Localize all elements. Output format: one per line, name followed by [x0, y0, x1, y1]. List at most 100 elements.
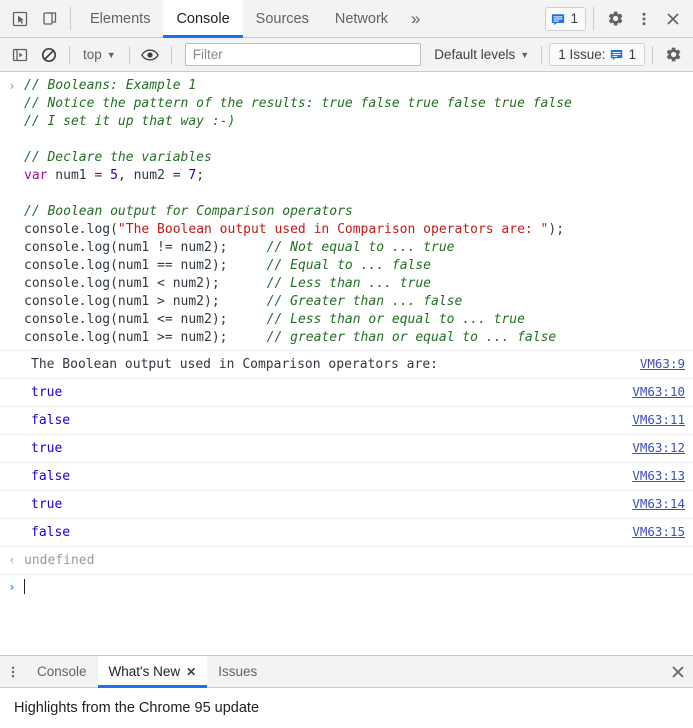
console-source-link[interactable]: VM63:9 — [630, 355, 685, 373]
console-settings-gear-icon[interactable] — [660, 42, 687, 68]
drawer-more-tools-kebab-icon[interactable] — [0, 656, 26, 687]
console-output-row[interactable]: false VM63:15 — [0, 518, 693, 546]
issues-badge[interactable]: 1 — [545, 6, 586, 31]
code-token-comment: // Booleans: Example 1 — [24, 78, 197, 93]
code-token-plain: console.log(num1 == num2); — [24, 258, 267, 273]
code-token-comment: // Equal to ... false — [266, 258, 432, 273]
tab-elements[interactable]: Elements — [77, 0, 163, 37]
console-output-row[interactable]: true VM63:10 — [0, 378, 693, 406]
execution-context-selector[interactable]: top ▼ — [77, 44, 122, 65]
console-output-row[interactable]: true VM63:12 — [0, 434, 693, 462]
main-tab-bar: Elements Console Sources Network » 1 — [0, 0, 693, 38]
tab-network[interactable]: Network — [322, 0, 401, 37]
drawer-tab-whats-new-label: What's New — [108, 664, 181, 679]
tab-sources-label: Sources — [255, 10, 309, 27]
code-token-plain: console.log(num1 != num2); — [24, 240, 267, 255]
console-source-link[interactable]: VM63:12 — [622, 439, 685, 457]
code-line: // Notice the pattern of the results: tr… — [24, 95, 693, 113]
console-source-link[interactable]: VM63:10 — [622, 383, 685, 401]
log-levels-selector[interactable]: Default levels ▼ — [429, 44, 534, 65]
console-source-link[interactable]: VM63:14 — [622, 495, 685, 513]
settings-gear-icon[interactable] — [601, 5, 629, 33]
more-tabs-label: » — [411, 8, 421, 28]
console-sidebar-toggle-icon[interactable] — [6, 42, 33, 68]
more-tabs-chevron-icon[interactable]: » — [401, 0, 430, 37]
code-line: console.log(num1 < num2); // Less than .… — [24, 275, 693, 293]
execution-context-value: top — [83, 47, 102, 62]
code-token-comment: // Notice the pattern of the results: tr… — [24, 96, 572, 111]
issues-counter-count: 1 — [628, 47, 636, 62]
log-levels-value: Default levels — [434, 47, 516, 62]
code-token-comment: // Less than or equal to ... true — [266, 312, 525, 327]
toolbar-divider-5 — [652, 45, 653, 64]
more-options-kebab-icon[interactable] — [630, 5, 658, 33]
console-output-text: false — [31, 469, 71, 484]
console-prompt-row[interactable]: › — [0, 574, 693, 598]
code-line: // Boolean output for Comparison operato… — [24, 203, 693, 221]
code-token-plain: console.log(num1 < num2); — [24, 276, 267, 291]
drawer-tab-close-icon[interactable]: ✕ — [186, 666, 196, 678]
result-value: undefined — [24, 553, 95, 568]
panel-tabs: Elements Console Sources Network » — [77, 0, 431, 38]
code-line: console.log(num1 > num2); // Greater tha… — [24, 293, 693, 311]
code-token-plain: , num2 = — [117, 168, 189, 183]
tabbar-right-divider — [593, 7, 594, 30]
code-token-keyword: var — [24, 168, 48, 183]
code-token-plain: num1 = — [47, 168, 111, 183]
tab-network-label: Network — [334, 10, 389, 27]
console-output-text: true — [31, 441, 63, 456]
console-output-rows: The Boolean output used in Comparison op… — [0, 350, 693, 546]
console-output-row[interactable]: true VM63:14 — [0, 490, 693, 518]
console-input-code: // Booleans: Example 1 // Notice the patt… — [24, 77, 693, 347]
code-line: // Booleans: Example 1 — [24, 77, 693, 95]
drawer-tab-issues-label: Issues — [218, 664, 258, 679]
code-token-comment: // Greater than ... false — [266, 294, 463, 309]
toolbar-divider-4 — [541, 45, 543, 64]
code-line: // Declare the variables — [24, 149, 693, 167]
issues-counter-button[interactable]: 1 Issue: 1 — [549, 43, 645, 66]
console-toolbar: top ▼ Default levels ▼ 1 Issue: — [0, 38, 693, 72]
drawer-tab-console[interactable]: Console — [26, 656, 98, 687]
console-output-text: The Boolean output used in Comparison op… — [31, 357, 438, 372]
result-arrow-icon: ‹ — [8, 553, 16, 567]
console-source-link[interactable]: VM63:15 — [622, 523, 685, 541]
tabbar-left-tools — [0, 0, 64, 37]
code-token-plain: console.log(num1 <= num2); — [24, 312, 267, 327]
console-output-text: false — [31, 525, 71, 540]
code-token-comment: // I set it up that way :-) — [24, 114, 236, 129]
clear-console-icon[interactable] — [35, 42, 62, 68]
code-token-plain: console.log( — [24, 222, 118, 237]
console-source-link[interactable]: VM63:13 — [622, 467, 685, 485]
code-token-comment: // greater than or equal to ... false — [266, 330, 557, 345]
console-output-row[interactable]: The Boolean output used in Comparison op… — [0, 350, 693, 378]
code-token-string: "The Boolean output used in Comparison o… — [117, 222, 549, 237]
inspect-element-icon[interactable] — [6, 5, 34, 33]
drawer-tab-whats-new[interactable]: What's New ✕ — [97, 656, 208, 688]
console-message-list[interactable]: › // Booleans: Example 1 // Notice the pa… — [0, 72, 693, 655]
tab-sources[interactable]: Sources — [243, 0, 322, 37]
tab-elements-label: Elements — [90, 10, 151, 27]
chevron-down-icon: ▼ — [106, 50, 116, 60]
live-expression-eye-icon[interactable] — [137, 42, 164, 68]
drawer-panel: Console What's New ✕ Issues Highlights f… — [0, 655, 693, 728]
console-source-link[interactable]: VM63:11 — [622, 411, 685, 429]
close-devtools-icon[interactable] — [659, 5, 687, 33]
code-line: console.log("The Boolean output used in … — [24, 221, 693, 239]
console-output-row[interactable]: false VM63:11 — [0, 406, 693, 434]
console-output-text: true — [31, 497, 63, 512]
device-toolbar-icon[interactable] — [36, 5, 64, 33]
drawer-tab-issues[interactable]: Issues — [207, 656, 268, 687]
code-token-plain: console.log(num1 > num2); — [24, 294, 267, 309]
close-drawer-icon[interactable] — [663, 656, 693, 687]
code-token-comment: // Declare the variables — [24, 150, 212, 165]
code-line: console.log(num1 != num2); // Not equal … — [24, 239, 693, 257]
tab-console[interactable]: Console — [163, 0, 243, 38]
filter-input[interactable] — [184, 43, 422, 66]
devtools-window: Elements Console Sources Network » 1 top… — [0, 0, 693, 728]
code-line: // I set it up that way :-) — [24, 113, 693, 131]
code-token-comment: // Less than ... true — [266, 276, 432, 291]
code-line: var num1 = 5, num2 = 7; — [24, 167, 693, 185]
console-eval-result: ‹ undefined — [0, 546, 693, 574]
console-output-row[interactable]: false VM63:13 — [0, 462, 693, 490]
